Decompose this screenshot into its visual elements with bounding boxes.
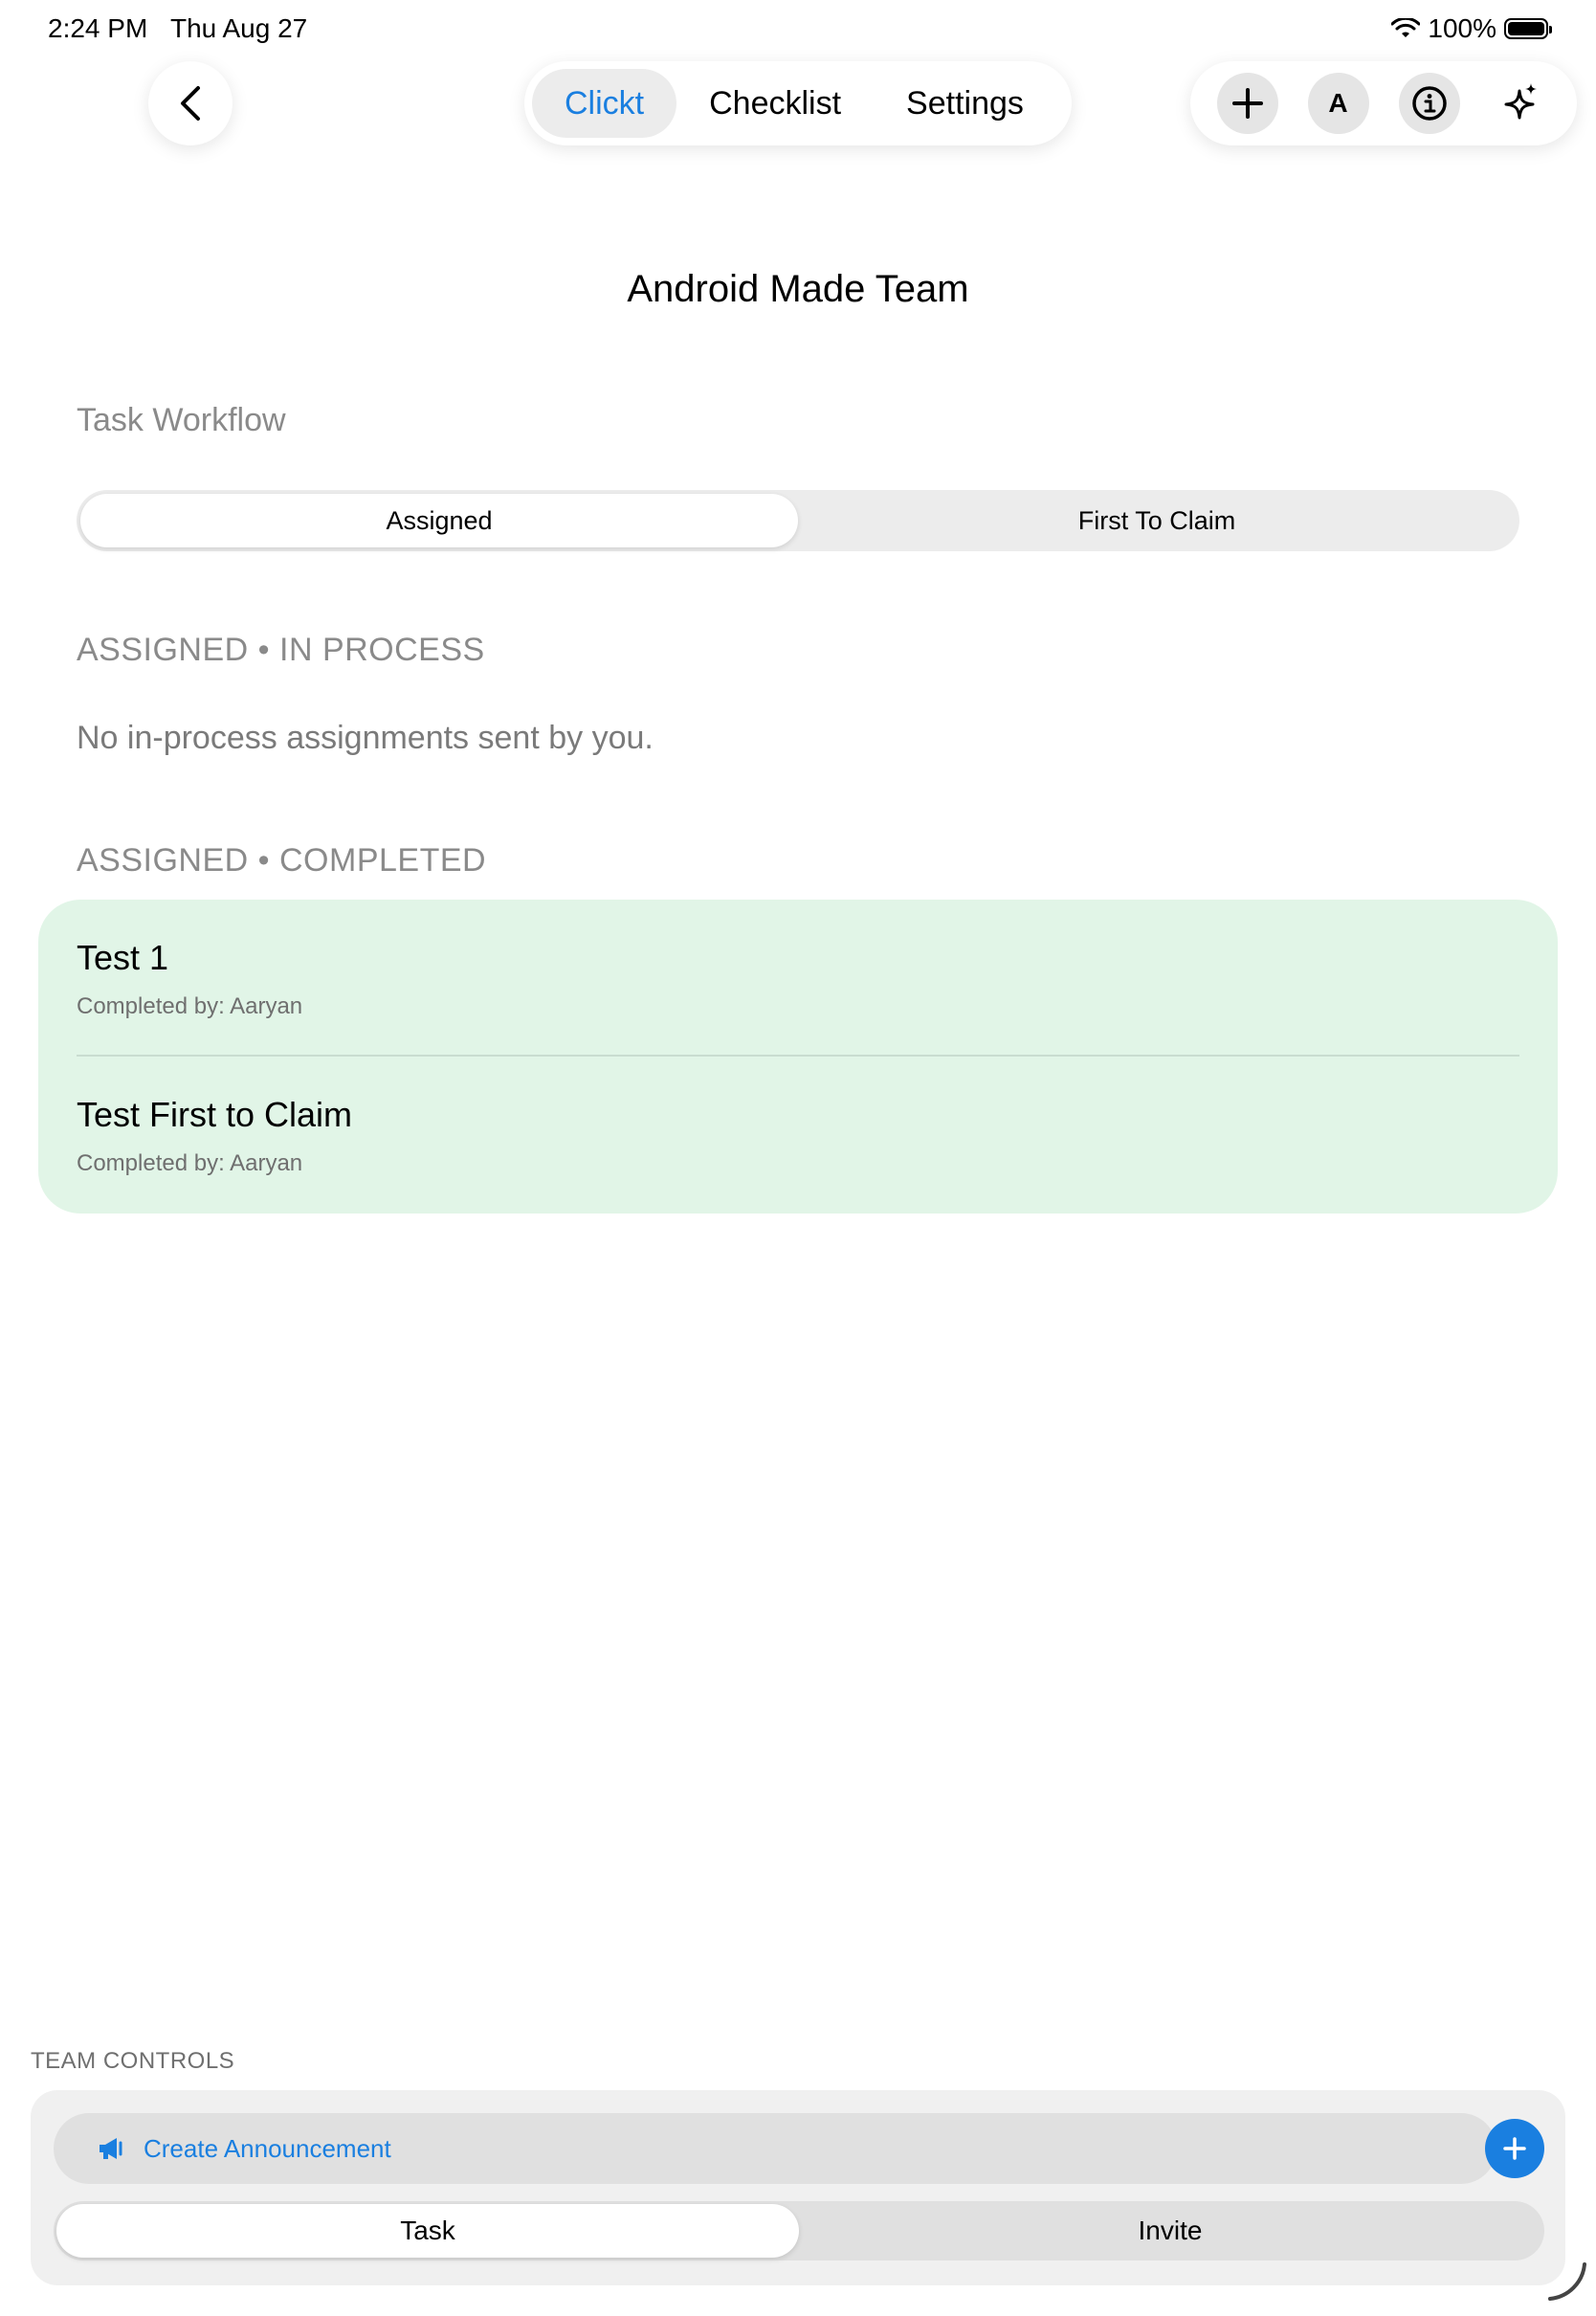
wifi-icon — [1391, 18, 1421, 37]
ai-sparkle-button[interactable] — [1490, 73, 1551, 134]
task-completed-by: Completed by: Aaryan — [77, 1150, 303, 1176]
tab-clickt[interactable]: Clickt — [532, 69, 677, 138]
back-button[interactable] — [148, 61, 233, 145]
task-completed-by: Completed by: Aaryan — [77, 993, 303, 1019]
task-title: Test 1 — [77, 938, 169, 977]
task-title: Test First to Claim — [77, 1095, 353, 1134]
list-item[interactable]: Test First to Claim Completed by: Aaryan — [77, 1095, 352, 1177]
plus-icon — [1503, 2137, 1526, 2160]
control-option-task[interactable]: Task — [56, 2204, 799, 2258]
team-controls-panel: Create Announcement Task Invite — [31, 2090, 1565, 2285]
toolbar-actions: A — [1190, 61, 1577, 145]
create-announcement-label: Create Announcement — [144, 2133, 391, 2163]
divider — [77, 1055, 1519, 1057]
task-workflow-label: Task Workflow — [77, 402, 286, 438]
main-nav-tabs: Clickt Checklist Settings — [524, 61, 1072, 145]
avatar-letter: A — [1328, 88, 1348, 118]
battery-percent: 100% — [1428, 13, 1496, 43]
page-title: Android Made Team — [627, 268, 969, 310]
in-process-empty-text: No in-process assignments sent by you. — [77, 720, 654, 756]
battery-icon — [1504, 18, 1552, 39]
create-announcement-button[interactable]: Create Announcement — [54, 2113, 1496, 2184]
in-process-heading: ASSIGNED • IN PROCESS — [77, 632, 485, 668]
resize-handle-icon[interactable] — [1542, 2259, 1588, 2305]
completed-heading: ASSIGNED • COMPLETED — [77, 842, 487, 879]
workflow-option-first-to-claim[interactable]: First To Claim — [798, 494, 1516, 547]
avatar-button[interactable]: A — [1307, 73, 1369, 134]
info-icon — [1411, 86, 1447, 121]
status-time: 2:24 PM — [48, 13, 148, 43]
control-option-invite[interactable]: Invite — [799, 2204, 1541, 2258]
plus-icon — [1231, 88, 1263, 119]
team-controls-segmented-control: Task Invite — [54, 2201, 1544, 2260]
megaphone-icon — [100, 2138, 122, 2159]
chevron-left-icon — [181, 86, 200, 121]
status-date: Thu Aug 27 — [170, 13, 308, 43]
sparkle-icon — [1504, 83, 1537, 120]
tab-settings[interactable]: Settings — [874, 69, 1056, 138]
info-button[interactable] — [1398, 73, 1460, 134]
workflow-segmented-control: Assigned First To Claim — [77, 490, 1519, 551]
status-indicators: 100% — [1391, 13, 1552, 44]
add-announcement-button[interactable] — [1485, 2119, 1544, 2178]
tab-checklist[interactable]: Checklist — [676, 69, 874, 138]
team-controls-label: TEAM CONTROLS — [31, 2048, 235, 2074]
completed-tasks-card: Test 1 Completed by: Aaryan Test First t… — [38, 900, 1558, 1214]
workflow-option-assigned[interactable]: Assigned — [80, 494, 798, 547]
list-item[interactable]: Test 1 Completed by: Aaryan — [77, 938, 302, 1020]
add-button[interactable] — [1216, 73, 1278, 134]
